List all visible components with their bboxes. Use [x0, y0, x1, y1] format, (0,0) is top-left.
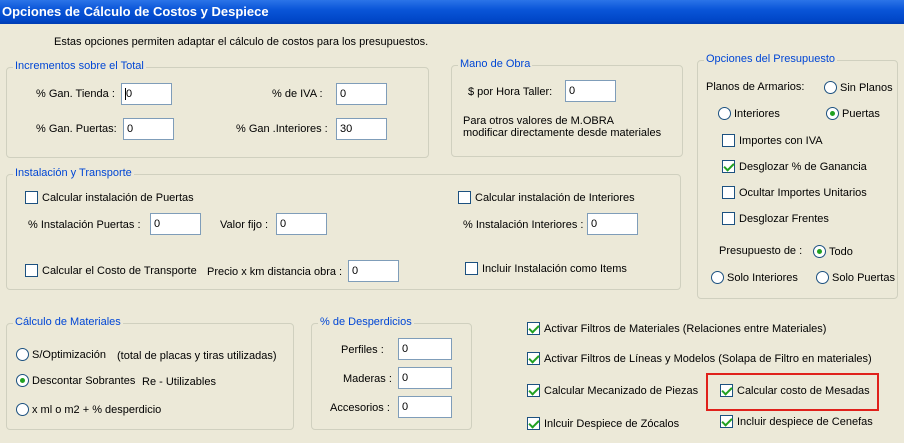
descontar-radio[interactable] — [16, 374, 29, 387]
perfiles-input[interactable]: 0 — [398, 338, 452, 360]
mano-obra-note-2: modificar directamente desde materiales — [463, 127, 662, 139]
presupuesto-de-label: Presupuesto de : — [719, 245, 803, 257]
gan-tienda-label: % Gan. Tienda : — [36, 88, 115, 100]
mecanizado-label[interactable]: Calcular Mecanizado de Piezas — [544, 385, 698, 397]
inst-interiores-label: % Instalación Interiores : — [463, 219, 584, 231]
xml-radio[interactable] — [16, 403, 29, 416]
hora-taller-input[interactable]: 0 — [565, 80, 616, 102]
solo-puertas-label[interactable]: Solo Puertas — [832, 272, 895, 284]
intro-text: Estas opciones permiten adaptar el cálcu… — [54, 36, 429, 48]
solo-puertas-radio[interactable] — [816, 271, 829, 284]
filtros-lineas-checkbox[interactable] — [527, 352, 540, 365]
ocultar-importes-checkbox[interactable] — [722, 186, 735, 199]
maderas-label: Maderas : — [343, 373, 392, 385]
precio-km-label: Precio x km distancia obra : — [207, 266, 343, 278]
todo-label[interactable]: Todo — [829, 246, 853, 258]
cenefas-label[interactable]: Incluir despiece de Cenefas — [737, 416, 873, 428]
group-opciones-presupuesto-title: Opciones del Presupuesto — [704, 53, 838, 65]
puertas-label[interactable]: Puertas — [842, 108, 880, 120]
valor-fijo-label: Valor fijo : — [220, 219, 269, 231]
group-materiales-title: Cálculo de Materiales — [13, 316, 123, 328]
interiores-label[interactable]: Interiores — [734, 108, 780, 120]
group-opciones-presupuesto: Opciones del Presupuesto — [697, 53, 898, 299]
interiores-radio[interactable] — [718, 107, 731, 120]
importes-iva-checkbox[interactable] — [722, 134, 735, 147]
mecanizado-checkbox[interactable] — [527, 384, 540, 397]
precio-km-input[interactable]: 0 — [348, 260, 399, 282]
gan-puertas-input[interactable]: 0 — [123, 118, 174, 140]
sin-planos-label[interactable]: Sin Planos — [840, 82, 893, 94]
valor-fijo-input[interactable]: 0 — [276, 213, 327, 235]
sopt-note: (total de placas y tiras utilizadas) — [117, 350, 277, 362]
xml-label[interactable]: x ml o m2 + % desperdicio — [32, 404, 161, 416]
inst-interiores-input[interactable]: 0 — [587, 213, 638, 235]
hora-taller-label: $ por Hora Taller: — [468, 86, 553, 98]
iva-label: % de IVA : — [272, 88, 323, 100]
inst-puertas-input[interactable]: 0 — [150, 213, 201, 235]
calc-interiores-checkbox[interactable] — [458, 191, 471, 204]
accesorios-input[interactable]: 0 — [398, 396, 452, 418]
descontar-label[interactable]: Descontar Sobrantes — [32, 375, 135, 387]
group-incrementos: Incrementos sobre el Total — [6, 60, 429, 158]
cenefas-checkbox[interactable] — [720, 415, 733, 428]
solo-interiores-label[interactable]: Solo Interiores — [727, 272, 798, 284]
group-incrementos-title: Incrementos sobre el Total — [13, 60, 146, 72]
descontar-note: Re - Utilizables — [142, 376, 216, 388]
gan-tienda-input[interactable]: 0 — [121, 83, 172, 105]
importes-iva-label[interactable]: Importes con IVA — [739, 135, 823, 147]
incluir-items-label[interactable]: Incluir Instalación como Items — [482, 263, 627, 275]
iva-input[interactable]: 0 — [336, 83, 387, 105]
desglozar-frentes-label[interactable]: Desglozar Frentes — [739, 213, 829, 225]
calc-puertas-checkbox[interactable] — [25, 191, 38, 204]
ocultar-importes-label[interactable]: Ocultar Importes Unitarios — [739, 187, 867, 199]
incluir-items-checkbox[interactable] — [465, 262, 478, 275]
desglozar-frentes-checkbox[interactable] — [722, 212, 735, 225]
zocalos-label[interactable]: Inlcuir Despiece de Zócalos — [544, 418, 679, 430]
inst-puertas-label: % Instalación Puertas : — [28, 219, 141, 231]
sopt-label[interactable]: S/Optimización — [32, 349, 106, 361]
todo-radio[interactable] — [813, 245, 826, 258]
perfiles-label: Perfiles : — [341, 344, 384, 356]
sopt-radio[interactable] — [16, 348, 29, 361]
window-title: Opciones de Cálculo de Costos y Despiece — [0, 0, 904, 24]
filtros-lineas-label[interactable]: Activar Filtros de Líneas y Modelos (Sol… — [544, 353, 872, 365]
solo-interiores-radio[interactable] — [711, 271, 724, 284]
gan-interiores-input[interactable]: 30 — [336, 118, 387, 140]
group-mano-obra-title: Mano de Obra — [458, 58, 533, 70]
gan-tienda-value: 0 — [126, 88, 133, 100]
group-desperdicios-title: % de Desperdicios — [318, 316, 414, 328]
mano-obra-note-1: Para otros valores de M.OBRA — [463, 115, 615, 127]
puertas-radio[interactable] — [826, 107, 839, 120]
calc-transporte-label[interactable]: Calcular el Costo de Transporte — [42, 265, 197, 277]
accesorios-label: Accesorios : — [330, 402, 390, 414]
sin-planos-radio[interactable] — [824, 81, 837, 94]
filtros-materiales-checkbox[interactable] — [527, 322, 540, 335]
group-mano-obra: Mano de Obra — [451, 58, 683, 157]
group-instalacion-title: Instalación y Transporte — [13, 167, 134, 179]
highlight-box — [706, 373, 879, 411]
filtros-materiales-label[interactable]: Activar Filtros de Materiales (Relacione… — [544, 323, 826, 335]
calc-puertas-label[interactable]: Calcular instalación de Puertas — [42, 192, 194, 204]
desglozar-ganancia-checkbox[interactable] — [722, 160, 735, 173]
planos-label: Planos de Armarios: — [706, 81, 805, 93]
desglozar-ganancia-label[interactable]: Desglozar % de Ganancia — [739, 161, 867, 173]
zocalos-checkbox[interactable] — [527, 417, 540, 430]
gan-puertas-label: % Gan. Puertas: — [36, 123, 117, 135]
calc-interiores-label[interactable]: Calcular instalación de Interiores — [475, 192, 635, 204]
calc-transporte-checkbox[interactable] — [25, 264, 38, 277]
maderas-input[interactable]: 0 — [398, 367, 452, 389]
gan-interiores-label: % Gan .Interiores : — [236, 123, 328, 135]
